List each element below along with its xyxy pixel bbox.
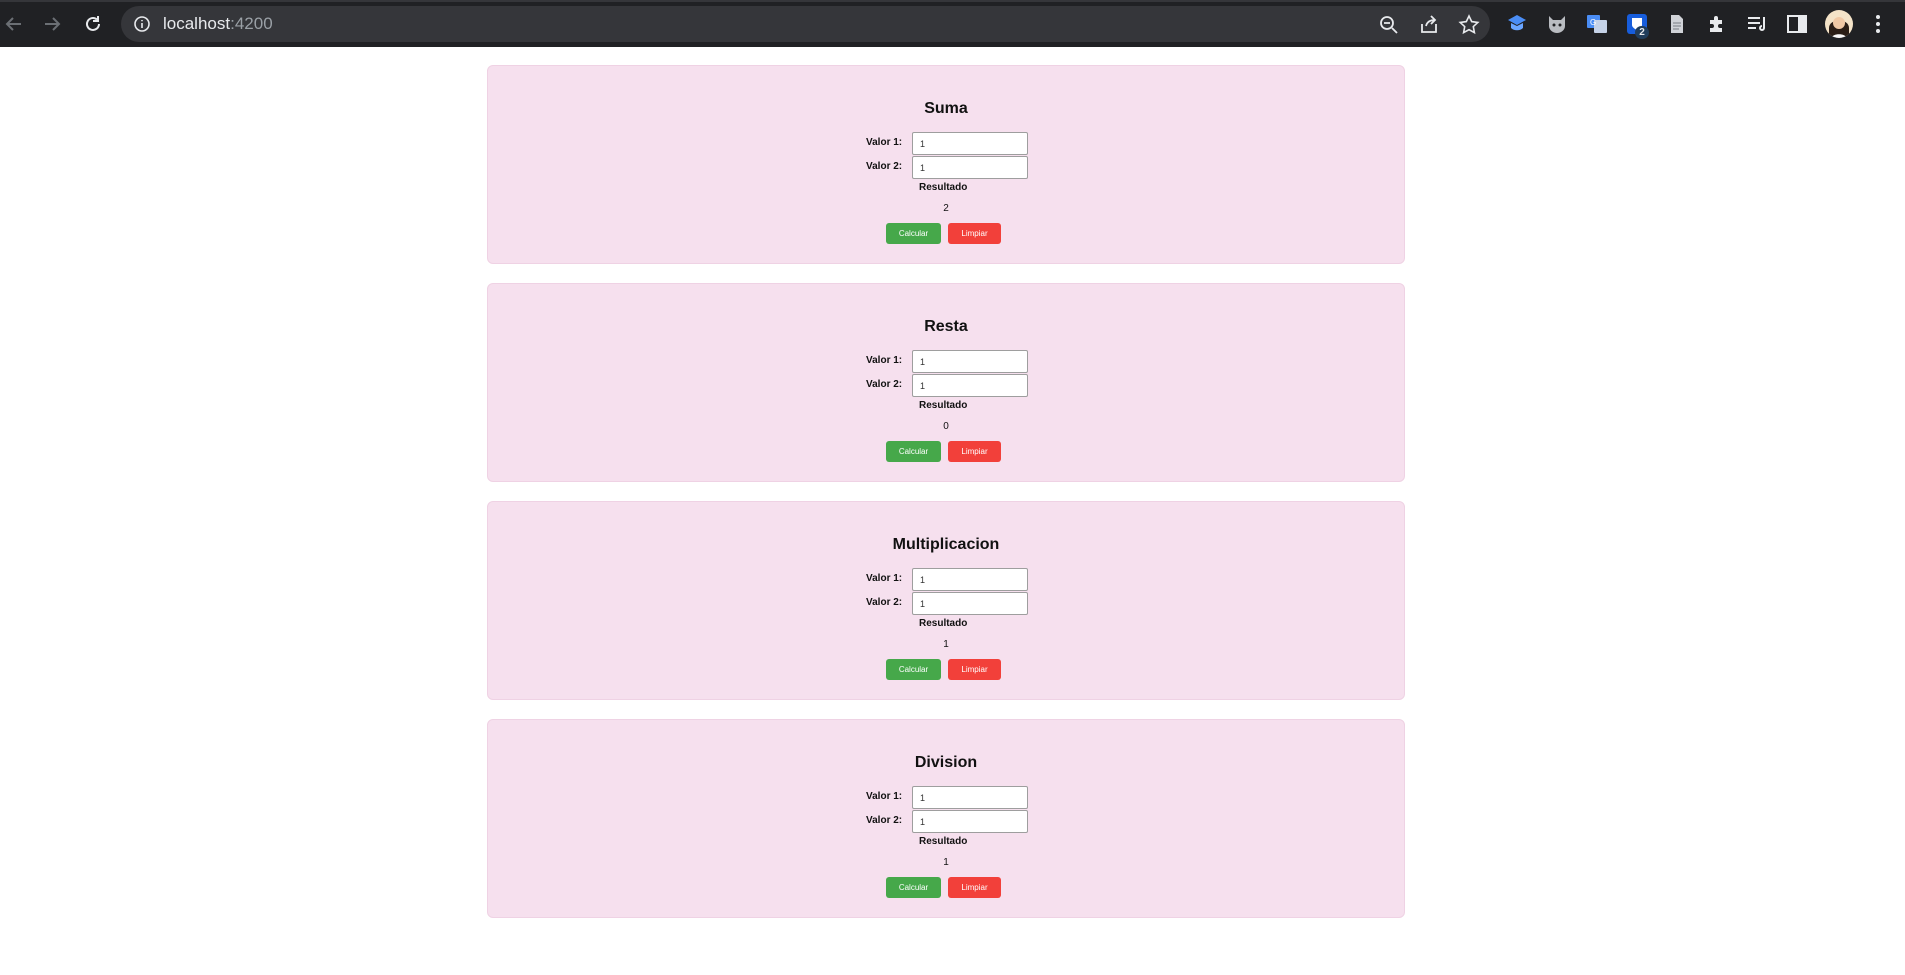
value2-input[interactable]: [912, 592, 1028, 615]
clear-button[interactable]: Limpiar: [948, 441, 1001, 462]
reading-list-icon[interactable]: [1745, 12, 1769, 36]
value1-input[interactable]: [912, 786, 1028, 809]
result-value: 0: [943, 421, 949, 432]
value1-input[interactable]: [912, 568, 1028, 591]
calculate-button[interactable]: Calcular: [886, 441, 941, 462]
value2-input[interactable]: [912, 156, 1028, 179]
menu-kebab-icon[interactable]: [1866, 12, 1890, 36]
calculate-button[interactable]: Calcular: [886, 659, 941, 680]
clear-button[interactable]: Limpiar: [948, 223, 1001, 244]
url-host: localhost: [163, 14, 231, 33]
value1-input[interactable]: [912, 350, 1028, 373]
document-icon[interactable]: [1665, 12, 1689, 36]
value1-label: Valor 1:: [866, 573, 903, 584]
card-title: Suma: [924, 100, 968, 117]
site-info-icon[interactable]: [133, 15, 151, 33]
back-icon[interactable]: [0, 10, 28, 38]
side-panel-icon[interactable]: [1785, 12, 1809, 36]
card-resta: Resta Valor 1: Valor 2: Resultado 0 Calc…: [487, 283, 1405, 482]
value1-input[interactable]: [912, 132, 1028, 155]
card-division: Division Valor 1: Valor 2: Resultado 1 C…: [487, 719, 1405, 918]
puzzle-extensions-icon[interactable]: [1705, 12, 1729, 36]
cat-extension-icon[interactable]: [1545, 12, 1569, 36]
value1-label: Valor 1:: [866, 355, 903, 366]
card-title: Multiplicacion: [892, 536, 1000, 553]
zoom-out-icon[interactable]: [1378, 14, 1400, 36]
result-label: Resultado: [919, 836, 968, 847]
result-label: Resultado: [919, 618, 968, 629]
card-multiplicacion: Multiplicacion Valor 1: Valor 2: Resulta…: [487, 501, 1405, 700]
value2-label: Valor 2:: [866, 815, 903, 826]
browser-toolbar: localhost:4200 G 2: [0, 0, 1905, 47]
value2-label: Valor 2:: [866, 597, 903, 608]
translate-icon[interactable]: G: [1585, 12, 1609, 36]
card-title: Division: [914, 754, 978, 771]
result-label: Resultado: [919, 182, 968, 193]
share-icon[interactable]: [1418, 14, 1440, 36]
value2-label: Valor 2:: [866, 161, 903, 172]
result-value: 1: [943, 639, 949, 650]
url-port: :4200: [230, 14, 273, 33]
address-bar[interactable]: localhost:4200: [121, 6, 1490, 42]
forward-icon[interactable]: [38, 10, 66, 38]
bitwarden-extension[interactable]: 2: [1625, 12, 1651, 42]
card-suma: Suma Valor 1: Valor 2: Resultado 2 Calcu…: [487, 65, 1405, 264]
profile-avatar[interactable]: [1825, 10, 1853, 38]
extension-badge: 2: [1635, 26, 1649, 39]
value2-label: Valor 2:: [866, 379, 903, 390]
result-value: 2: [943, 203, 949, 214]
result-label: Resultado: [919, 400, 968, 411]
svg-text:G: G: [1590, 18, 1596, 27]
card-title: Resta: [924, 318, 968, 335]
value2-input[interactable]: [912, 374, 1028, 397]
url-text[interactable]: localhost:4200: [163, 14, 273, 34]
result-value: 1: [943, 857, 949, 868]
extension-icon[interactable]: [1505, 12, 1529, 36]
reload-icon[interactable]: [79, 10, 107, 38]
calculate-button[interactable]: Calcular: [886, 877, 941, 898]
value1-label: Valor 1:: [866, 791, 903, 802]
page-content: Suma Valor 1: Valor 2: Resultado 2 Calcu…: [0, 47, 1905, 973]
calculate-button[interactable]: Calcular: [886, 223, 941, 244]
value1-label: Valor 1:: [866, 137, 903, 148]
clear-button[interactable]: Limpiar: [948, 877, 1001, 898]
clear-button[interactable]: Limpiar: [948, 659, 1001, 680]
bookmark-star-icon[interactable]: [1458, 14, 1480, 36]
value2-input[interactable]: [912, 810, 1028, 833]
